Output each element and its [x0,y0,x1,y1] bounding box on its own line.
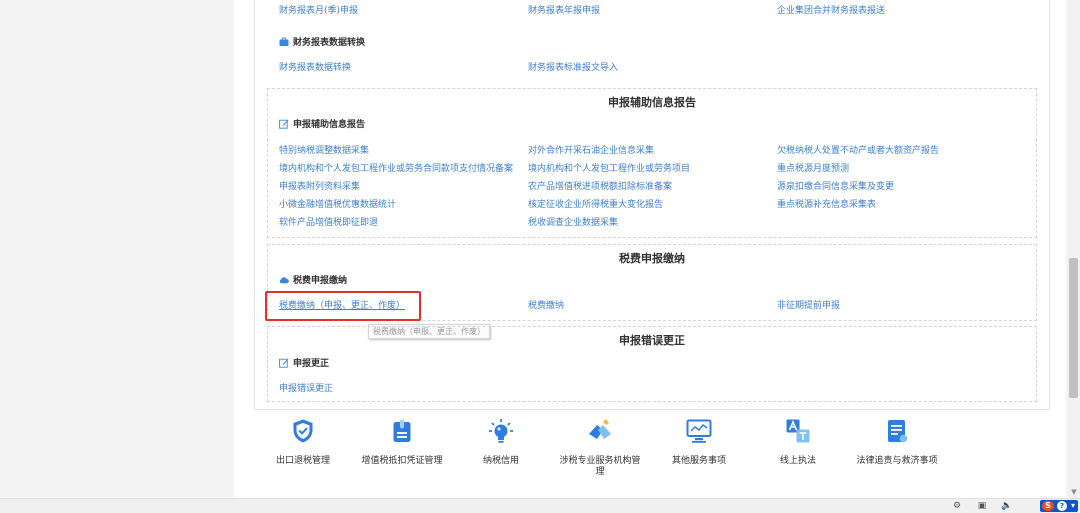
sogou-input-icon[interactable]: S ? ▾ [1040,500,1078,512]
link-aux-4[interactable]: 境内机构和个人发包工程作业或劳务项目 [528,161,690,174]
briefcase-icon [279,37,289,46]
tray-settings-icon[interactable]: ⚙ [951,500,963,512]
link-fs-convert[interactable]: 财务报表数据转换 [279,60,351,73]
link-aux-10[interactable]: 核定征收企业所得税重大变化报告 [528,197,663,210]
correction-heading-text: 申报更正 [293,359,330,369]
tool-label: 增值税抵扣凭证管理 [361,456,443,466]
tool-online-enforcement[interactable]: 线上执法 [755,418,841,467]
aux-heading-text: 申报辅助信息报告 [293,120,366,130]
section-correction-title: 申报错误更正 [619,334,685,347]
scrollbar-thumb[interactable] [1069,258,1078,398]
tool-export-refund[interactable]: 出口退税管理 [260,418,346,467]
tool-label: 纳税信用 [482,456,519,466]
shield-check-icon [293,419,313,443]
link-aux-6[interactable]: 申报表附列资料采集 [279,179,360,192]
link-aux-2[interactable]: 欠税纳税人处置不动产或者大额资产报告 [777,143,939,156]
link-aux-0[interactable]: 特别纳税调整数据采集 [279,143,369,156]
highlight-box [265,291,421,321]
link-aux-9[interactable]: 小微金融增值税优惠数据统计 [279,197,396,210]
aux-heading: 申报辅助信息报告 [279,117,365,130]
monitor-icon [686,419,712,443]
fs-convert-heading: 财务报表数据转换 [279,35,365,48]
correction-heading: 申报更正 [279,356,329,369]
tool-label: 法律追责与救济事项 [856,456,938,466]
section-aux-title: 申报辅助信息报告 [608,96,696,109]
tool-vat-invoice[interactable]: 增值税抵扣凭证管理 [359,418,445,467]
tray-volume-icon[interactable]: 🔈 [1001,500,1013,512]
link-aux-11[interactable]: 重点税源补充信息采集表 [777,197,876,210]
translate-icon [786,419,810,443]
tool-label: 出口退税管理 [275,456,330,466]
tool-legal-remedy[interactable]: 法律追责与救济事项 [854,418,940,467]
edit-icon [279,119,289,129]
link-fs-annual[interactable]: 财务报表年报申报 [528,3,600,16]
scrollbar-track[interactable] [1068,0,1080,498]
link-aux-13[interactable]: 税收调查企业数据采集 [528,215,618,228]
scroll-down-arrow-icon[interactable]: ▼ [1069,487,1079,497]
handshake-icon [589,419,611,439]
link-early-declare[interactable]: 非征期提前申报 [777,298,840,311]
tool-professional-service[interactable]: 涉税专业服务机构管理 [557,418,643,478]
section-tax-pay-title: 税费申报缴纳 [619,252,685,265]
link-fs-group[interactable]: 企业集团合并财务报表报送 [777,3,885,16]
link-aux-12[interactable]: 软件产品增值税即征即退 [279,215,378,228]
tool-tax-credit[interactable]: 纳税信用 [458,418,544,467]
tax-pay-heading-text: 税费申报缴纳 [293,276,348,286]
taskbar [0,498,1080,513]
chevron-down-icon: ▾ [1070,501,1075,510]
link-aux-8[interactable]: 源泉扣缴合同信息采集及变更 [777,179,894,192]
link-aux-3[interactable]: 境内机构和个人发包工程作业或劳务合同款项支付情况备案 [279,161,513,174]
help-icon: ? [1057,501,1067,511]
cloud-icon [279,276,289,283]
sogou-s-icon: S [1042,501,1054,511]
link-aux-1[interactable]: 对外合作开采石油企业信息采集 [528,143,654,156]
link-tax-pay[interactable]: 税费缴纳 [528,298,564,311]
clipboard-list-icon [888,420,908,443]
tool-label: 其他服务事项 [671,456,726,466]
link-fs-standard-import[interactable]: 财务报表标准报文导入 [528,60,618,73]
tool-label: 线上执法 [779,456,816,466]
section-correction: 申报错误更正 申报更正 [267,326,1037,402]
document-clip-icon [393,419,411,442]
link-aux-5[interactable]: 重点税源月度预测 [777,161,849,174]
lightbulb-icon [489,419,513,443]
edit-icon [279,358,289,368]
link-aux-7[interactable]: 农产品增值税进项税额扣除标准备案 [528,179,672,192]
tray-app-icon[interactable]: ▣ [976,500,988,512]
tool-other-services[interactable]: 其他服务事项 [656,418,742,467]
link-correction[interactable]: 申报错误更正 [279,381,333,394]
link-fs-monthly[interactable]: 财务报表月(季)申报 [279,3,358,16]
fs-convert-heading-text: 财务报表数据转换 [293,38,366,48]
tool-label: 涉税专业服务机构管理 [559,456,641,477]
tax-pay-heading: 税费申报缴纳 [279,273,347,286]
